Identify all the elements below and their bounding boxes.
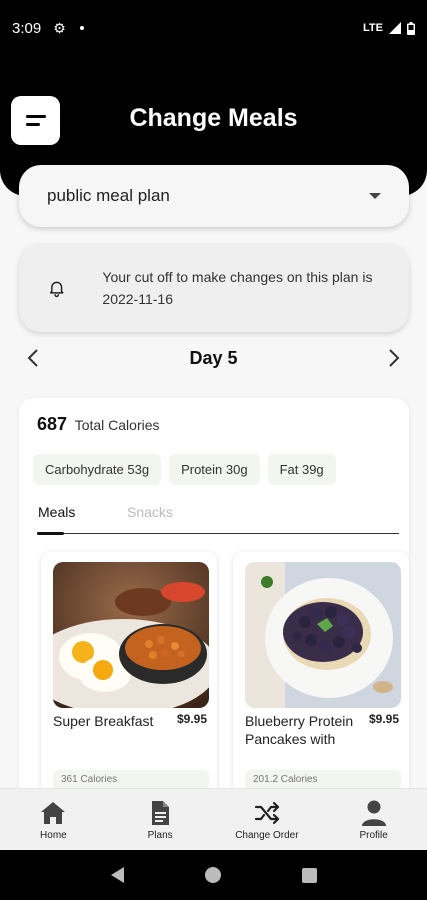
signal-icon (389, 22, 401, 34)
status-bar: 3:09 ⚙ LTE (0, 0, 427, 56)
settings-status-icon: ⚙ (53, 19, 66, 36)
shuffle-icon (254, 801, 279, 825)
home-icon (41, 802, 66, 824)
status-right: LTE (363, 21, 415, 35)
nav-item-plans[interactable]: Plans (115, 798, 205, 841)
macro-chip-protein: Protein 30g (169, 454, 260, 485)
day-navigation: Day 5 (0, 340, 427, 376)
nav-label-change-order: Change Order (235, 830, 299, 841)
home-circle-icon[interactable] (204, 867, 221, 883)
meal-image-super-breakfast (53, 562, 209, 708)
nav-item-profile[interactable]: Profile (329, 798, 419, 841)
nav-item-home[interactable]: Home (8, 798, 98, 841)
nav-label-home: Home (40, 830, 67, 841)
status-time: 3:09 (12, 19, 42, 37)
notification-dot-icon (79, 26, 84, 30)
macro-chip-fat: Fat 39g (267, 454, 336, 485)
battery-icon (407, 21, 415, 35)
tab-indicator (37, 532, 64, 535)
chevron-left-icon[interactable] (26, 347, 40, 369)
meal-image-blueberry-pancakes (245, 562, 401, 708)
chevron-right-icon[interactable] (387, 347, 401, 369)
total-calories: 687 Total Calories (37, 414, 160, 435)
nav-item-change-order[interactable]: Change Order (222, 798, 312, 841)
day-summary-card: 687 Total Calories Carbohydrate 53g Prot… (19, 398, 409, 798)
meal-card[interactable]: Blueberry Protein Pancakes with $9.95 20… (233, 552, 409, 798)
meal-name: Blueberry Protein Pancakes with (245, 713, 354, 747)
recents-icon[interactable] (301, 867, 317, 883)
day-label: Day 5 (189, 347, 238, 368)
total-calories-value: 687 (37, 414, 68, 434)
document-icon (152, 801, 170, 825)
person-icon (361, 800, 386, 826)
macro-chips: Carbohydrate 53g Protein 30g Fat 39g (33, 454, 336, 485)
meal-price: $9.95 (368, 712, 399, 726)
back-icon[interactable] (110, 867, 124, 883)
nav-label-profile: Profile (359, 830, 388, 841)
meal-price: $9.95 (176, 712, 207, 726)
meal-plan-select[interactable]: public meal plan (19, 165, 409, 227)
nav-label-plans: Plans (147, 830, 173, 841)
dropdown-caret-icon (369, 193, 381, 199)
cutoff-notice: Your cut off to make changes on this pla… (19, 244, 409, 332)
network-type: LTE (363, 22, 383, 34)
bottom-navigation: Home Plans Change Order Profile (0, 788, 427, 850)
meal-name: Super Breakfast (53, 713, 154, 729)
total-calories-label: Total Calories (74, 417, 160, 433)
system-navigation (0, 850, 427, 900)
meal-tabs: Meals Snacks (37, 504, 399, 535)
tab-meals[interactable]: Meals (38, 504, 75, 520)
tab-snacks[interactable]: Snacks (127, 504, 173, 520)
bell-icon (49, 281, 64, 298)
macro-chip-carbohydrate: Carbohydrate 53g (33, 454, 162, 485)
cutoff-notice-text: Your cut off to make changes on this pla… (102, 269, 373, 307)
meal-plan-value: public meal plan (47, 186, 170, 205)
meal-card[interactable]: Super Breakfast $9.95 361 Calories (41, 552, 217, 798)
page-title: Change Meals (129, 104, 298, 132)
